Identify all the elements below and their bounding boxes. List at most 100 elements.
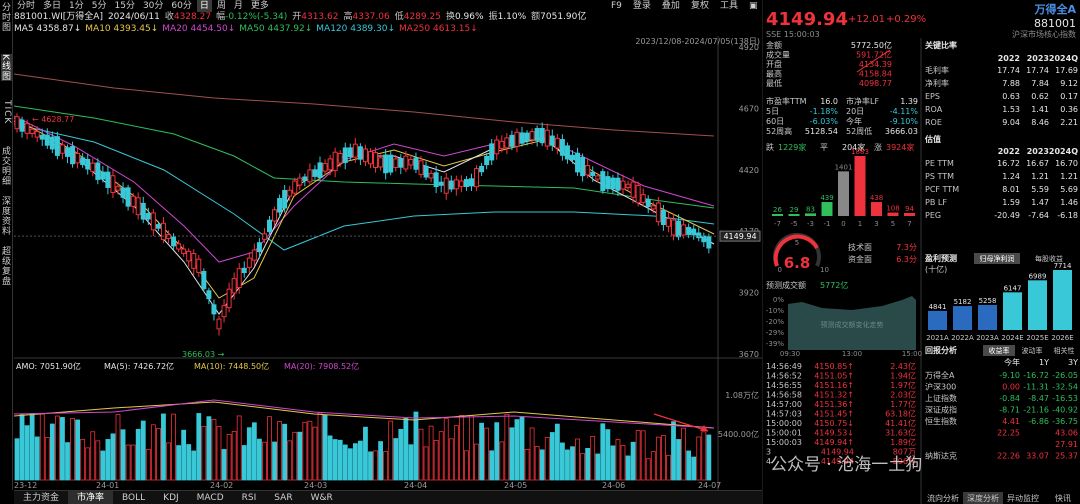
tab-replay[interactable]: 超级复盘 (0, 246, 12, 286)
candle-body (216, 318, 222, 330)
volume-bar (383, 451, 389, 481)
volume-bar (448, 438, 454, 481)
candle-body (110, 175, 116, 193)
candle-body (337, 152, 343, 164)
candle-body (398, 158, 404, 168)
val-title: 估值 (924, 134, 941, 144)
source-label: 沪深市场核心指数 (1012, 29, 1076, 39)
tick-vol-2: 1.97亿 (890, 380, 916, 390)
indicator-tab-0[interactable]: 主力资金 (14, 491, 68, 504)
indicator-tab-6[interactable]: SAR (265, 491, 301, 504)
volume-bar (115, 414, 121, 481)
period-tab-8[interactable]: 周 (214, 0, 229, 12)
val-val-0-2: 16.67 (1026, 159, 1049, 168)
candle-body (635, 184, 641, 204)
dist-bar-6 (871, 202, 882, 216)
indicator-tab-4[interactable]: MACD (188, 491, 233, 504)
perf-val-0-3: -26.05 (1052, 371, 1078, 380)
chg-value: 幅-0.12%(-5.34) (216, 12, 288, 22)
forecast2-year-1: 2022A (951, 334, 974, 342)
volume-bar (706, 434, 712, 481)
candle-body (236, 268, 242, 289)
tab-intraday[interactable]: 分时图 (0, 2, 12, 32)
f9-button[interactable]: F9 (611, 0, 622, 12)
indicator-tab-5[interactable]: RSI (233, 491, 266, 504)
candle-body (645, 198, 651, 207)
quote-pct: +0.29% (886, 14, 926, 25)
volume-bar (494, 422, 500, 481)
ratios-year-1: 2023 (1027, 54, 1049, 63)
val-val-2-3: 5.69 (1060, 185, 1078, 194)
perf-val-4-1: 4.41 (1002, 417, 1020, 426)
ma-ma10: MA10 4393.45↓ (85, 24, 159, 34)
x-tick-24-03: 24-03 (304, 481, 327, 490)
volume-bar (560, 442, 565, 481)
forecast-axis-1: -10% (766, 307, 784, 315)
candle-body (479, 165, 485, 173)
volume-bar (453, 425, 459, 481)
candle-body (49, 136, 55, 150)
candle-body (29, 128, 35, 135)
candle-body (585, 165, 591, 176)
period-tab-2[interactable]: 1分 (66, 0, 87, 12)
stat2-v2-1: -4.11% (890, 107, 919, 116)
period-tab-9[interactable]: 月 (231, 0, 246, 12)
volume-bar (39, 413, 45, 481)
tools-button[interactable]: 工具 (720, 0, 738, 12)
perf-val-1-3: -32.54 (1052, 383, 1078, 392)
volume-bar (580, 453, 585, 481)
candle-body (267, 219, 272, 233)
val-label-3: PB LF (925, 198, 947, 207)
val-label-2: PCF TTM (925, 185, 959, 194)
tick-price-3: 4151.32↑ (814, 391, 854, 400)
indicator-tab-2[interactable]: BOLL (113, 491, 154, 504)
forecast2-bar-0 (928, 310, 947, 330)
volume-bar (327, 435, 333, 481)
volume-bar (60, 417, 65, 481)
candle-body (34, 131, 40, 138)
volume-bar (155, 428, 161, 481)
volume-bar (373, 450, 378, 481)
period-tab-10[interactable]: 更多 (248, 0, 272, 12)
low-value: 低4289.25 (394, 12, 441, 22)
candle-body (347, 147, 353, 158)
indicator-tab-7[interactable]: W&R (302, 491, 342, 504)
tab-trade-detail[interactable]: 成交明细 (0, 146, 12, 186)
period-tab-5[interactable]: 30分 (140, 0, 166, 12)
candlestick-chart[interactable]: 2023/12/08-2024/07/05(138日)4920467044204… (14, 36, 762, 490)
ratio-val-0-2: 17.74 (1026, 66, 1049, 75)
tab-depth[interactable]: 深度资料 (0, 196, 12, 236)
perf-title: 回报分析 (925, 345, 957, 355)
period-tab-4[interactable]: 15分 (112, 0, 138, 12)
candle-body (408, 158, 414, 166)
period-tab-0[interactable]: 分时 (14, 0, 38, 12)
tab-tick[interactable]: TICK (1, 100, 12, 124)
val-label-1: PS TTM (925, 172, 954, 181)
tech-label: 技术面 (848, 242, 872, 252)
candle-body (59, 144, 65, 154)
volume-bar (539, 449, 545, 481)
period-tab-1[interactable]: 多日 (40, 0, 64, 12)
period-tab-3[interactable]: 5分 (89, 0, 110, 12)
indicator-tab-3[interactable]: KDJ (154, 491, 188, 504)
candle-body (95, 162, 101, 180)
candle-body (256, 242, 262, 253)
indicator-tab-1[interactable]: 市净率 (68, 491, 114, 504)
perf-val-3-2: -21.16 (1023, 406, 1049, 415)
stat2-v1-2: -6.03% (810, 117, 839, 126)
adjust-button[interactable]: 复权 (691, 0, 709, 12)
period-tab-6[interactable]: 60分 (168, 0, 194, 12)
tab-kline[interactable]: K线图 (0, 54, 12, 81)
val-year-0: 2022 (998, 147, 1020, 156)
candle-body (469, 178, 474, 187)
volume-bar (19, 414, 25, 481)
volume-bar (332, 439, 338, 481)
overlay-button[interactable]: 叠加 (662, 0, 680, 12)
login-button[interactable]: 登录 (633, 0, 651, 12)
pin-icon[interactable]: ▣ (749, 0, 758, 12)
candle-body (105, 171, 111, 188)
ratios-year-2: 2024Q (1049, 54, 1078, 63)
volume-bar (65, 442, 70, 481)
candle-body (155, 224, 161, 229)
period-tab-7[interactable]: 日 (196, 0, 212, 12)
